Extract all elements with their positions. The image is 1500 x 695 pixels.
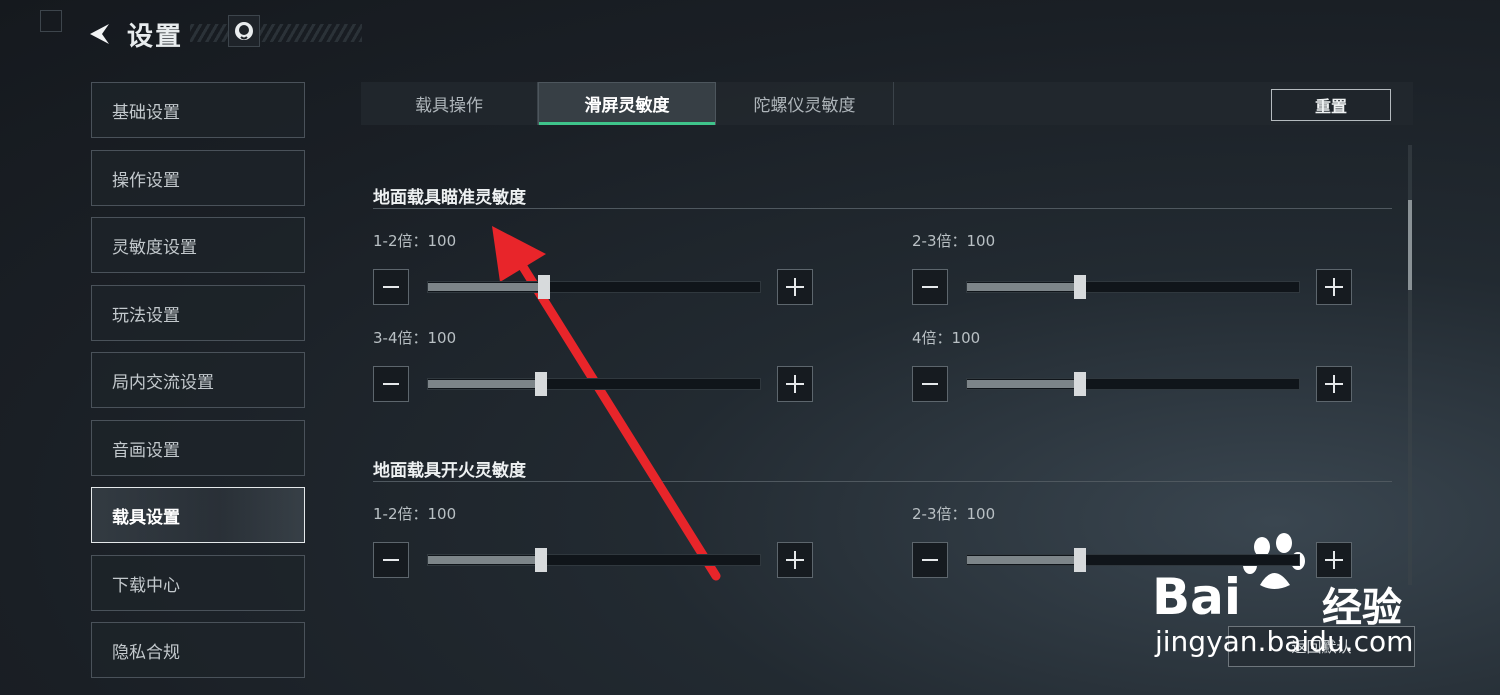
tab-bar: 载具操作 滑屏灵敏度 陀螺仪灵敏度 xyxy=(361,82,1413,125)
slider-fill xyxy=(967,380,1081,388)
sidebar-item-label: 载具设置 xyxy=(112,507,180,528)
watermark-url: jingyan.baidu.com xyxy=(1155,625,1414,658)
slider-label: 1-2倍：100 xyxy=(373,505,457,523)
tab-gyro-sensitivity[interactable]: 陀螺仪灵敏度 xyxy=(716,82,894,125)
slider-track[interactable] xyxy=(427,281,761,293)
increase-button[interactable] xyxy=(1316,269,1352,305)
sidebar-item-label: 下载中心 xyxy=(112,575,180,596)
slider-track[interactable] xyxy=(966,378,1300,390)
page-header: 设置 xyxy=(85,14,183,54)
sidebar-item-label: 玩法设置 xyxy=(112,305,180,326)
minus-icon xyxy=(922,286,938,288)
slider-fill xyxy=(428,283,545,291)
minus-icon xyxy=(383,559,399,561)
decrease-button[interactable] xyxy=(373,542,409,578)
decrease-button[interactable] xyxy=(912,366,948,402)
sidebar-item-label: 操作设置 xyxy=(112,170,180,191)
slider-label: 3-4倍：100 xyxy=(373,329,457,347)
slider-fill xyxy=(428,380,542,388)
increase-button[interactable] xyxy=(777,366,813,402)
sidebar-item-label: 隐私合规 xyxy=(112,642,180,663)
section-divider xyxy=(373,208,1392,209)
slider-thumb[interactable] xyxy=(1074,275,1086,299)
slider-label: 1-2倍：100 xyxy=(373,232,457,250)
decrease-button[interactable] xyxy=(912,542,948,578)
increase-button[interactable] xyxy=(777,542,813,578)
increase-button[interactable] xyxy=(1316,366,1352,402)
reset-button[interactable]: 重置 xyxy=(1271,89,1391,121)
tab-label: 滑屏灵敏度 xyxy=(584,96,670,116)
watermark-logo: Bai xyxy=(1152,568,1241,626)
slider-track[interactable] xyxy=(966,554,1300,566)
slider-thumb[interactable] xyxy=(538,275,550,299)
sidebar-item-basic[interactable]: 基础设置 xyxy=(91,82,305,138)
decrease-button[interactable] xyxy=(373,269,409,305)
plus-icon xyxy=(786,375,804,393)
sidebar-item-label: 灵敏度设置 xyxy=(112,237,197,258)
sidebar-item-vehicle[interactable]: 载具设置 xyxy=(91,487,305,543)
plus-icon xyxy=(786,278,804,296)
slider-label: 4倍：100 xyxy=(912,329,981,347)
sidebar-item-communication[interactable]: 局内交流设置 xyxy=(91,352,305,408)
minus-icon xyxy=(922,559,938,561)
slider-track[interactable] xyxy=(427,554,761,566)
section-title-aim: 地面载具瞄准灵敏度 xyxy=(373,188,526,208)
sidebar-item-label: 局内交流设置 xyxy=(112,372,214,393)
increase-button[interactable] xyxy=(1316,542,1352,578)
scrollbar-thumb[interactable] xyxy=(1408,200,1412,290)
slider-thumb[interactable] xyxy=(1074,548,1086,572)
section-title-fire: 地面载具开火灵敏度 xyxy=(373,461,526,481)
decrease-button[interactable] xyxy=(373,366,409,402)
tab-label: 载具操作 xyxy=(415,96,483,116)
page-title: 设置 xyxy=(127,21,184,52)
qq-icon[interactable] xyxy=(228,15,260,47)
sidebar-item-sensitivity[interactable]: 灵敏度设置 xyxy=(91,217,305,273)
slider-thumb[interactable] xyxy=(535,372,547,396)
slider-fill xyxy=(967,556,1081,564)
increase-button[interactable] xyxy=(777,269,813,305)
sidebar-item-audio-video[interactable]: 音画设置 xyxy=(91,420,305,476)
back-icon[interactable] xyxy=(85,16,115,52)
plus-icon xyxy=(1325,551,1343,569)
sidebar-item-label: 音画设置 xyxy=(112,440,180,461)
slider-label: 2-3倍：100 xyxy=(912,505,996,523)
slider-track[interactable] xyxy=(966,281,1300,293)
slider-track[interactable] xyxy=(427,378,761,390)
sidebar-item-privacy[interactable]: 隐私合规 xyxy=(91,622,305,678)
tab-vehicle-controls[interactable]: 载具操作 xyxy=(361,82,538,125)
minus-icon xyxy=(922,383,938,385)
slider-thumb[interactable] xyxy=(1074,372,1086,396)
decrease-button[interactable] xyxy=(912,269,948,305)
sidebar-item-controls[interactable]: 操作设置 xyxy=(91,150,305,206)
minus-icon xyxy=(383,383,399,385)
plus-icon xyxy=(1325,278,1343,296)
section-divider xyxy=(373,481,1392,482)
sidebar-item-downloads[interactable]: 下载中心 xyxy=(91,555,305,611)
slider-thumb[interactable] xyxy=(535,548,547,572)
header-decoration xyxy=(190,24,362,42)
sidebar-item-gameplay[interactable]: 玩法设置 xyxy=(91,285,305,341)
slider-label: 2-3倍：100 xyxy=(912,232,996,250)
slider-fill xyxy=(428,556,542,564)
corner-frame xyxy=(40,10,62,32)
plus-icon xyxy=(786,551,804,569)
slider-fill xyxy=(967,283,1081,291)
plus-icon xyxy=(1325,375,1343,393)
tab-label: 陀螺仪灵敏度 xyxy=(753,96,856,116)
tab-swipe-sensitivity[interactable]: 滑屏灵敏度 xyxy=(538,82,716,125)
sidebar-item-label: 基础设置 xyxy=(112,102,180,123)
minus-icon xyxy=(383,286,399,288)
